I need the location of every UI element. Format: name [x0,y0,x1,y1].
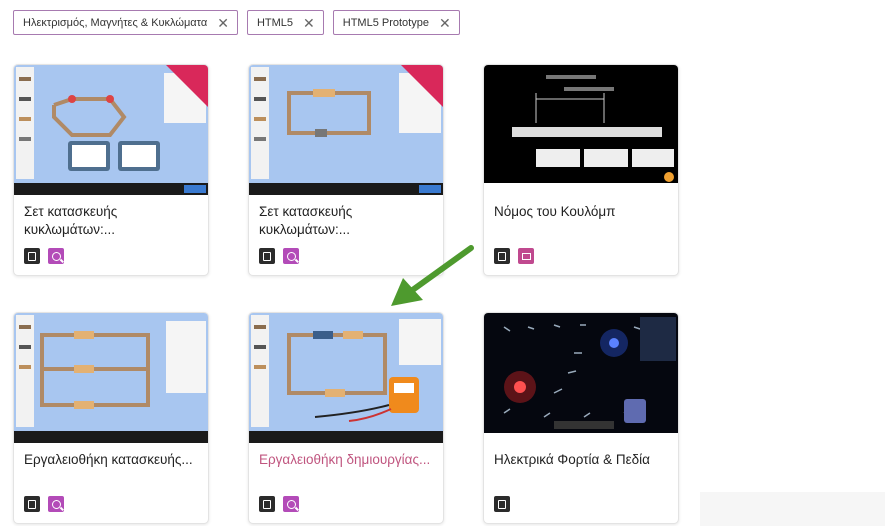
sim-thumbnail[interactable] [249,65,443,195]
sim-icons [259,496,299,512]
html5-icon [494,496,510,512]
sim-title[interactable]: Εργαλειοθήκη δημιουργίας... [259,451,435,469]
html5-icon [24,496,40,512]
filter-chip-html5-prototype[interactable]: HTML5 Prototype ✕ [332,10,460,35]
zoom-icon[interactable] [283,496,299,512]
html5-icon [494,248,510,264]
sim-card-cck-dc-1[interactable]: Εργαλειοθήκη κατασκευής... [13,312,209,524]
filter-chip-electricity[interactable]: Ηλεκτρισμός, Μαγνήτες & Κυκλώματα ✕ [13,10,238,35]
close-icon[interactable]: ✕ [217,16,229,30]
filter-label: Ηλεκτρισμός, Μαγνήτες & Κυκλώματα [23,16,208,29]
zoom-icon[interactable] [48,496,64,512]
flash-icon[interactable] [518,248,534,264]
html5-icon [259,496,275,512]
sim-title[interactable]: Νόμος του Κουλόμπ [494,203,670,221]
sim-title[interactable]: Ηλεκτρικά Φορτία & Πεδία [494,451,670,469]
bottom-overlay [700,492,885,526]
sim-thumbnail[interactable] [14,313,208,443]
filter-label: HTML5 [256,16,294,29]
sim-icons [24,496,64,512]
sim-card-cck-1[interactable]: Σετ κατασκευής κυκλωμάτων:... [13,64,209,276]
sim-title[interactable]: Σετ κατασκευής κυκλωμάτων:... [259,203,435,239]
filter-label: HTML5 Prototype [342,16,429,29]
html5-icon [259,248,275,264]
sim-thumbnail[interactable] [484,65,678,195]
filter-chip-html5[interactable]: HTML5 ✕ [246,10,324,35]
sim-icons [494,496,510,512]
sim-icons [494,248,534,264]
close-icon[interactable]: ✕ [439,16,451,30]
sim-card-charges-fields[interactable]: Ηλεκτρικά Φορτία & Πεδία [483,312,679,524]
sim-thumbnail[interactable] [249,313,443,443]
sim-icons [259,248,299,264]
zoom-icon[interactable] [48,248,64,264]
sim-thumbnail[interactable] [14,65,208,195]
zoom-icon[interactable] [283,248,299,264]
sim-icons [24,248,64,264]
sim-title[interactable]: Εργαλειοθήκη κατασκευής... [24,451,200,469]
sim-card-cck-dc-2[interactable]: Εργαλειοθήκη δημιουργίας... [248,312,444,524]
close-icon[interactable]: ✕ [303,16,315,30]
annotation-arrow-icon [391,245,474,306]
sim-thumbnail[interactable] [484,313,678,443]
sim-title[interactable]: Σετ κατασκευής κυκλωμάτων:... [24,203,200,239]
filter-bar: Ηλεκτρισμός, Μαγνήτες & Κυκλώματα ✕ HTML… [13,10,460,35]
html5-icon [24,248,40,264]
sim-card-coulombs-law[interactable]: Νόμος του Κουλόμπ [483,64,679,276]
